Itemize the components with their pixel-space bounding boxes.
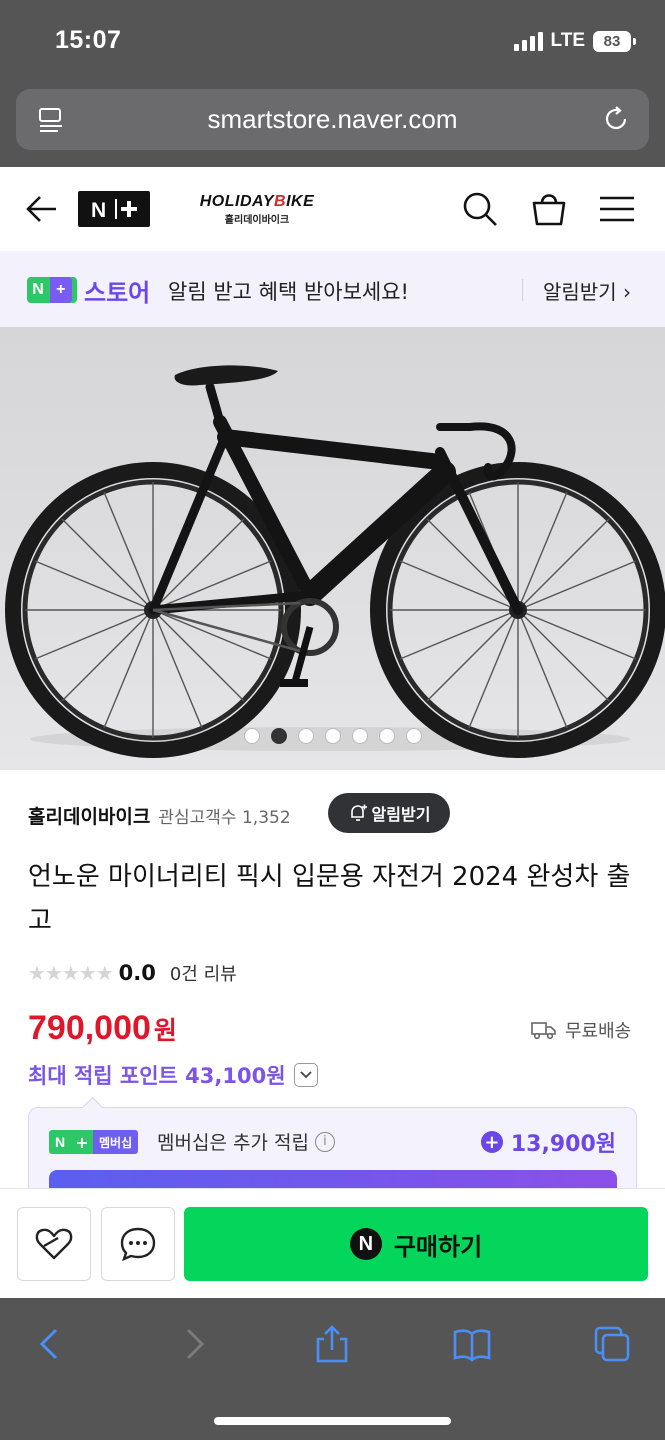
banner-alarm-link[interactable]: 알림받기 ›: [543, 276, 631, 305]
svg-text:N: N: [91, 199, 106, 221]
badge-plus: +: [71, 1130, 93, 1154]
rating-score: 0.0: [118, 961, 156, 985]
search-icon[interactable]: [460, 189, 500, 229]
banner-message: 알림 받고 혜택 받아보세요!: [168, 280, 409, 304]
browser-back-icon[interactable]: [30, 1324, 70, 1364]
price-unit: 원: [153, 1016, 177, 1045]
store-logo-brand: HOLIDAYBIKE: [199, 193, 315, 210]
store-logo-subtitle: 홀리데이바이크: [224, 215, 290, 226]
store-logo[interactable]: HOLIDAYBIKE 홀리데이바이크: [186, 193, 328, 226]
membership-amount-value: 13,900원: [510, 1132, 616, 1157]
naver-plus-logo[interactable]: N: [78, 191, 150, 227]
status-bar: 15:07 LTE 83: [0, 0, 665, 80]
reader-mode-icon[interactable]: [36, 105, 66, 135]
reload-icon[interactable]: [601, 104, 631, 134]
price-value: 790,000: [28, 1009, 151, 1047]
bicycle-illustration: [5, 365, 665, 758]
browser-forward-icon[interactable]: [174, 1324, 214, 1364]
chevron-down-icon[interactable]: [293, 1063, 318, 1087]
product-title: 언노운 마이너리티 픽시 입문용 자전거 2024 완성차 출고: [28, 862, 631, 936]
review-count[interactable]: 0건 리뷰: [170, 960, 237, 986]
store-alarm-button[interactable]: 알림받기: [328, 793, 450, 833]
membership-text: 멤버십은 추가 적립 i: [157, 1128, 335, 1155]
badge-n: N: [49, 1130, 71, 1154]
delivery-truck-icon: [531, 1022, 556, 1040]
buy-button[interactable]: N 구매하기: [184, 1207, 648, 1281]
naver-pay-icon: N: [349, 1228, 382, 1260]
naver-plus-badge: N +: [27, 277, 77, 303]
network-type: LTE: [550, 30, 585, 51]
carousel-dot[interactable]: [271, 728, 287, 744]
heart-icon: [35, 1228, 73, 1260]
chat-bubble-icon: [120, 1227, 156, 1262]
membership-amount: + 13,900원: [480, 1126, 616, 1158]
status-time: 15:07: [55, 26, 122, 54]
points-text: 최대 적립 포인트 43,100원: [28, 1064, 286, 1088]
carousel-dot[interactable]: [244, 728, 260, 744]
url-text[interactable]: smartstore.naver.com: [208, 104, 458, 135]
menu-icon[interactable]: [597, 189, 637, 229]
membership-text-label: 멤버십은 추가 적립: [157, 1132, 309, 1154]
membership-badge: N + 멤버십: [49, 1130, 139, 1154]
points-info[interactable]: 최대 적립 포인트 43,100원: [28, 1060, 318, 1090]
plus-circle-icon: +: [480, 1131, 503, 1153]
banner-divider: [522, 279, 523, 301]
info-icon[interactable]: i: [314, 1131, 335, 1152]
store-name[interactable]: 홀리데이바이크: [28, 802, 150, 829]
browser-toolbar: [0, 1298, 665, 1440]
battery-icon: 83: [593, 30, 636, 52]
badge-plus: +: [49, 277, 72, 303]
carousel-dot[interactable]: [379, 728, 395, 744]
carousel-dot[interactable]: [325, 728, 341, 744]
signal-icon: [513, 31, 543, 51]
store-word: 스토어: [84, 279, 151, 307]
carousel-dots[interactable]: [244, 728, 422, 744]
app-header: N HOLIDAYBIKE 홀리데이바이크: [0, 167, 665, 251]
carousel-dot[interactable]: [298, 728, 314, 744]
back-arrow-icon[interactable]: [24, 193, 58, 225]
bell-plus-icon: [350, 804, 367, 821]
product-price: 790,000 원: [28, 1009, 177, 1048]
address-bar[interactable]: smartstore.naver.com: [16, 89, 649, 150]
home-indicator: [214, 1417, 451, 1425]
carousel-dot[interactable]: [406, 728, 422, 744]
talk-button[interactable]: [101, 1207, 175, 1281]
store-alarm-label: 알림받기: [371, 805, 431, 824]
tabs-icon[interactable]: [592, 1324, 632, 1364]
carousel-dot[interactable]: [352, 728, 368, 744]
store-alarm-banner[interactable]: N + 스토어 알림 받고 혜택 받아보세요! 알림받기 ›: [0, 251, 665, 327]
product-rating[interactable]: ★★★★★ 0.0 0건 리뷰: [28, 960, 237, 986]
badge-n: N: [32, 281, 44, 298]
shopping-bag-icon[interactable]: [529, 189, 569, 229]
share-icon[interactable]: [312, 1324, 352, 1364]
buy-button-label: 구매하기: [393, 1232, 483, 1261]
bookmarks-icon[interactable]: [452, 1324, 492, 1364]
rating-stars-icon: ★★★★★: [28, 961, 114, 985]
store-info: 홀리데이바이크 관심고객수 1,352: [28, 795, 291, 835]
wishlist-button[interactable]: [17, 1207, 91, 1281]
status-indicators: LTE 83: [513, 30, 636, 52]
browser-top-chrome: 15:07 LTE 83 smartstore.naver.com: [0, 0, 665, 167]
shipping-info: 무료배송: [531, 1017, 631, 1043]
membership-badge-label: 멤버십: [93, 1130, 139, 1154]
shipping-text: 무료배송: [565, 1021, 632, 1042]
purchase-bar: N 구매하기: [0, 1188, 665, 1298]
product-image[interactable]: [0, 327, 665, 770]
naver-plus-mark: N: [91, 199, 137, 221]
store-followers: 관심고객수 1,352: [158, 807, 291, 828]
